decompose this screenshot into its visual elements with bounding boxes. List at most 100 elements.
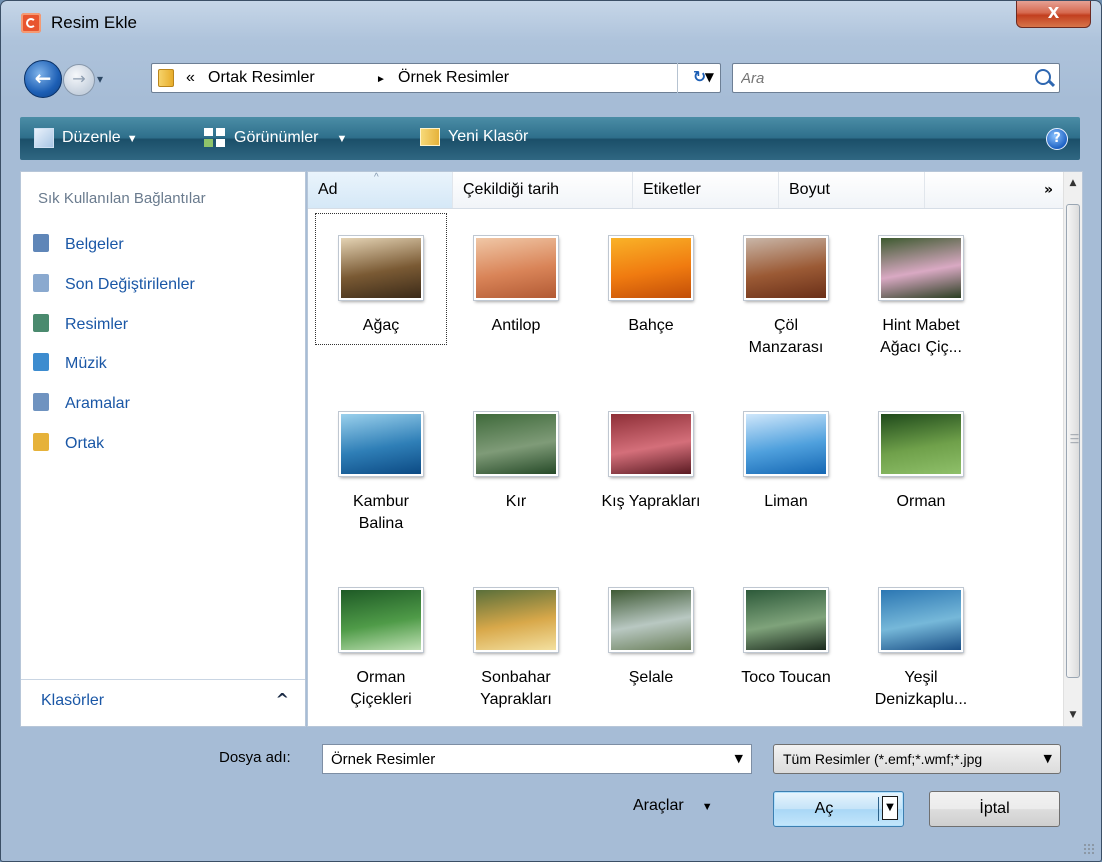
new-folder-icon (420, 128, 440, 146)
file-name-line: Çiçekleri (350, 691, 412, 708)
views-button[interactable]: Görünümler ▼ (204, 128, 347, 148)
nav-item-label: Müzik (65, 355, 107, 372)
file-name-label: Kır (451, 491, 581, 513)
chevron-down-icon: ▼ (126, 133, 138, 146)
breadcrumb-ornek-resimler[interactable]: Örnek Resimler (398, 69, 509, 87)
breadcrumb-ortak-resimler[interactable]: Ortak Resimler (208, 69, 315, 87)
file-thumbnail-item[interactable]: Toco Toucan (721, 566, 851, 716)
file-thumbnail-item[interactable]: Ağaç (315, 213, 447, 345)
search-box[interactable] (732, 63, 1060, 93)
image-thumbnail (339, 588, 423, 652)
recent-icon (33, 274, 49, 292)
file-name-line: Sonbahar (481, 669, 551, 686)
file-thumbnail-item[interactable]: Antilop (451, 214, 581, 364)
file-name-label: Toco Toucan (721, 667, 851, 689)
file-name-label: Sonbahar Yaprakları (451, 667, 581, 711)
file-thumbnail-item[interactable]: Hint Mabet Ağacı Çiç... (856, 214, 986, 364)
file-thumbnail-item[interactable]: Sonbahar Yaprakları (451, 566, 581, 716)
nav-item-aramalar[interactable]: Aramalar (33, 393, 130, 415)
image-thumbnail (744, 588, 828, 652)
file-thumbnail-item[interactable]: Bahçe (586, 214, 716, 364)
column-header-name[interactable]: Ad ^ (308, 172, 453, 208)
file-type-select[interactable]: Tüm Resimler (*.emf;*.wmf;*.jpg ▼ (773, 744, 1061, 774)
documents-icon (33, 234, 49, 252)
cancel-button[interactable]: İptal (929, 791, 1060, 827)
back-button[interactable]: ← (24, 60, 62, 98)
chevron-up-icon[interactable]: ^ (276, 690, 289, 709)
breadcrumb-overflow[interactable]: « (186, 69, 195, 87)
file-list-pane: Ad ^ Çekildiği tarih Etiketler Boyut » A… (307, 171, 1083, 727)
nav-item-belgeler[interactable]: Belgeler (33, 234, 124, 256)
vertical-scrollbar[interactable]: ▲ — — — ▼ (1063, 172, 1082, 726)
file-name-line: Liman (764, 493, 808, 510)
history-dropdown-icon[interactable]: ▾ (97, 72, 103, 86)
search-input[interactable] (733, 64, 1039, 92)
app-icon (21, 13, 41, 33)
file-name-line: Balina (358, 515, 404, 532)
nav-item-son-degistirilenler[interactable]: Son Değiştirilenler (33, 274, 195, 296)
sort-ascending-icon: ^ (374, 172, 379, 183)
resize-grip-icon[interactable] (1083, 843, 1095, 855)
file-thumbnail-item[interactable]: Yeşil Denizkaplu... (856, 566, 986, 716)
column-header-size[interactable]: Boyut (779, 172, 925, 208)
folders-toggle[interactable]: Klasörler ^ (21, 679, 305, 726)
file-thumbnail-item[interactable]: Çöl Manzarası (721, 214, 851, 364)
views-label: Görünümler (234, 129, 319, 147)
file-name-line: Antilop (491, 317, 541, 334)
file-name-line: Orman (356, 669, 406, 686)
nav-item-muzik[interactable]: Müzik (33, 353, 107, 375)
chevron-down-icon[interactable]: ▼ (1044, 752, 1052, 765)
image-thumbnail (744, 236, 828, 300)
title-bar[interactable]: Resim Ekle X (1, 1, 1101, 45)
file-name-line: Kış Yaprakları (601, 493, 701, 510)
file-thumbnail-item[interactable]: Kambur Balina (316, 390, 446, 540)
file-thumbnail-item[interactable]: Orman Çiçekleri (316, 566, 446, 716)
forward-button[interactable]: → (63, 64, 95, 96)
filename-input[interactable] (323, 745, 734, 773)
new-folder-button[interactable]: Yeni Klasör (420, 128, 528, 146)
chevron-down-icon[interactable]: ▼ (735, 752, 743, 765)
open-button[interactable]: Aç ▼ (773, 791, 904, 827)
open-label: Aç (814, 800, 834, 817)
column-header-label: Ad (318, 181, 338, 198)
breadcrumb-separator-icon[interactable]: ► (376, 74, 386, 85)
filename-combobox[interactable]: ▼ (322, 744, 752, 774)
file-name-line: Yaprakları (480, 691, 552, 708)
image-thumbnail (474, 412, 558, 476)
file-name-line: Yeşil (904, 669, 938, 686)
organize-button[interactable]: Düzenle ▼ (34, 128, 138, 148)
organize-icon (34, 128, 54, 148)
image-thumbnail (609, 588, 693, 652)
help-icon[interactable]: ? (1046, 128, 1068, 150)
image-thumbnail (609, 236, 693, 300)
scrollbar-thumb[interactable]: — — — (1066, 204, 1080, 678)
nav-item-resimler[interactable]: Resimler (33, 314, 128, 336)
nav-item-ortak[interactable]: Ortak (33, 433, 104, 455)
file-thumbnail-item[interactable]: Kış Yaprakları (586, 390, 716, 540)
scroll-up-icon[interactable]: ▲ (1064, 174, 1082, 192)
nav-item-label: Son Değiştirilenler (65, 276, 195, 293)
address-bar[interactable]: « Ortak Resimler ► Örnek Resimler ▼ (151, 63, 721, 93)
file-thumbnail-item[interactable]: Kır (451, 390, 581, 540)
column-header-date-taken[interactable]: Çekildiği tarih (453, 172, 633, 208)
file-thumbnail-item[interactable]: Şelale (586, 566, 716, 716)
favorite-links-header: Sık Kullanılan Bağlantılar (38, 190, 206, 207)
file-thumbnail-item[interactable]: Liman (721, 390, 851, 540)
file-name-line: Bahçe (628, 317, 674, 334)
tools-button[interactable]: Araçlar ▼ (633, 797, 713, 815)
file-name-line: Ağaç (362, 317, 400, 334)
file-name-label: Orman Çiçekleri (316, 667, 446, 711)
file-thumbnail-item[interactable]: Orman (856, 390, 986, 540)
new-folder-label: Yeni Klasör (448, 128, 529, 146)
file-name-line: Şelale (628, 669, 674, 686)
chevron-down-icon: ▼ (701, 801, 713, 813)
column-header-tags[interactable]: Etiketler (633, 172, 779, 208)
close-button[interactable]: X (1016, 1, 1091, 28)
scroll-down-icon[interactable]: ▼ (1064, 706, 1082, 724)
refresh-button[interactable]: ↻ (677, 63, 721, 93)
more-columns-icon[interactable]: » (1044, 172, 1053, 208)
search-icon[interactable] (1035, 69, 1051, 85)
open-options-dropdown[interactable]: ▼ (882, 796, 898, 820)
folder-icon (33, 433, 49, 451)
file-name-label: Ağaç (316, 315, 446, 337)
